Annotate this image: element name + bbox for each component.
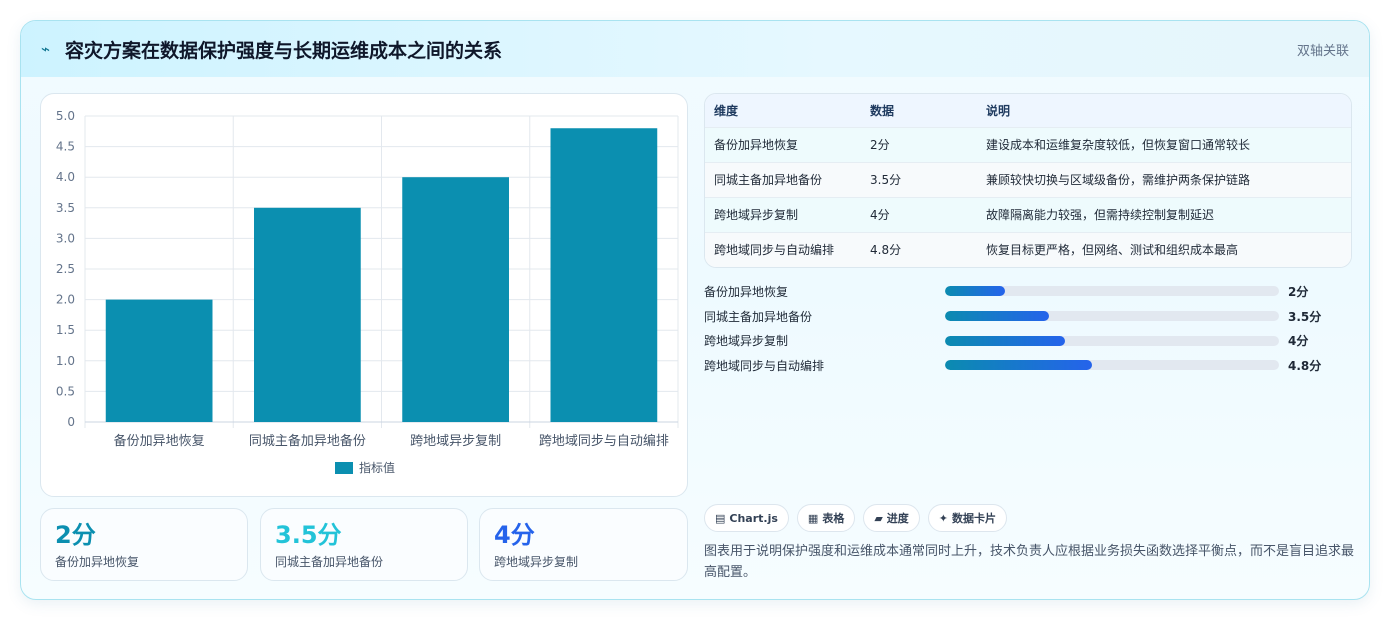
table-cell: 兼顾较快切换与区域级备份，需维护两条保护链路 xyxy=(977,161,1351,197)
y-tick-label: 2.5 xyxy=(56,262,75,276)
kpi-value: 2分 xyxy=(55,521,96,549)
y-tick-label: 1.5 xyxy=(56,323,75,337)
table-row: 同城主备加异地备份 3.5分 兼顾较快切换与区域级备份，需维护两条保护链路 xyxy=(705,161,1351,197)
table-icon: ▦ xyxy=(807,511,819,525)
progress-label: 同城主备加异地备份 xyxy=(704,309,813,324)
bar xyxy=(402,177,509,422)
y-tick-label: 0.5 xyxy=(56,384,75,398)
x-tick-label: 跨地域同步与自动编排 xyxy=(539,434,669,449)
progress-label: 跨地域同步与自动编排 xyxy=(704,358,825,373)
card-header: ⌁ 容灾方案在数据保护强度与长期运维成本之间的关系 双轴关联 xyxy=(21,21,1369,77)
bar xyxy=(105,299,213,422)
progress-fill xyxy=(945,311,1049,322)
progress-fill xyxy=(945,360,1092,371)
table-cell: 4.8分 xyxy=(861,231,977,267)
page-title: 容灾方案在数据保护强度与长期运维成本之间的关系 xyxy=(65,39,503,62)
main-card: ⌁ 容灾方案在数据保护强度与长期运维成本之间的关系 双轴关联 0 0.5 1.0 1.… xyxy=(20,20,1370,600)
table-cell: 同城主备加异地备份 xyxy=(705,161,861,197)
x-tick-label: 跨地域异步复制 xyxy=(410,434,501,449)
y-tick-label: 3.5 xyxy=(56,201,75,215)
y-tick-label: 5.0 xyxy=(56,109,75,123)
chip-label: 进度 xyxy=(886,512,909,525)
chip-data-card[interactable]: ✦ 数据卡片 xyxy=(927,504,1008,532)
chip-chartjs[interactable]: ▤ Chart.js xyxy=(704,504,789,532)
table-cell: 跨地域同步与自动编排 xyxy=(705,231,861,267)
table-cell: 4分 xyxy=(861,196,977,232)
bar xyxy=(254,207,361,422)
table-header-cell: 说明 xyxy=(977,94,1351,127)
x-tick-label: 备份加异地恢复 xyxy=(114,433,205,449)
table-header-cell: 数据 xyxy=(861,94,977,127)
chip-table[interactable]: ▦ 表格 xyxy=(796,504,856,532)
kpi-card: 4分 跨地域异步复制 xyxy=(479,508,688,581)
chip-label: 表格 xyxy=(822,512,845,525)
data-table: 维度 数据 说明 备份加异地恢复 2分 建设成本和运维复杂度较低，但恢复窗口通常… xyxy=(705,94,1351,267)
progress-value: 4.8分 xyxy=(1288,358,1322,373)
x-tick-label: 同城主备加异地备份 xyxy=(249,433,366,449)
progress-label: 跨地域异步复制 xyxy=(704,334,789,349)
progress-track xyxy=(945,360,1279,371)
kpi-label: 备份加异地恢复 xyxy=(55,555,140,569)
progress-fill xyxy=(945,335,1066,346)
progress-list: 备份加异地恢复 2分 同城主备加异地备份 3.5分 跨地域异步复制 4分 跨地域… xyxy=(704,279,1364,378)
progress-track xyxy=(945,286,1279,297)
chip-label: Chart.js xyxy=(729,511,778,525)
table-cell: 3.5分 xyxy=(861,161,977,197)
header-badge: 双轴关联 xyxy=(1296,43,1349,59)
y-tick-label: 4.0 xyxy=(56,170,75,184)
data-table-panel: 维度 数据 说明 备份加异地恢复 2分 建设成本和运维复杂度较低，但恢复窗口通常… xyxy=(704,93,1352,268)
table-header-row: 维度 数据 说明 xyxy=(705,94,1351,127)
kpi-card: 2分 备份加异地恢复 xyxy=(40,508,248,581)
progress-icon: ▰ xyxy=(874,511,883,525)
legend-label: 指标值 xyxy=(359,460,395,475)
kpi-label: 跨地域异步复制 xyxy=(494,555,579,569)
kpi-card: 3.5分 同城主备加异地备份 xyxy=(260,508,468,581)
table-row: 备份加异地恢复 2分 建设成本和运维复杂度较低，但恢复窗口通常较长 xyxy=(705,126,1351,162)
y-tick-label: 0 xyxy=(67,415,75,429)
chip-progress[interactable]: ▰ 进度 xyxy=(863,504,920,532)
chip-label: 数据卡片 xyxy=(952,512,997,525)
table-header-cell: 维度 xyxy=(705,94,861,127)
kpi-value: 4分 xyxy=(494,521,535,549)
table-cell: 故障隔离能力较强，但需持续控制复制延迟 xyxy=(977,196,1351,232)
progress-row: 备份加异地恢复 2分 xyxy=(704,279,1364,304)
kpi-label: 同城主备加异地备份 xyxy=(275,555,384,569)
table-cell: 跨地域异步复制 xyxy=(705,196,861,232)
progress-row: 跨地域同步与自动编排 4.8分 xyxy=(704,353,1364,378)
title-group: ⌁ 容灾方案在数据保护强度与长期运维成本之间的关系 xyxy=(41,36,502,63)
table-row: 跨地域异步复制 4分 故障隔离能力较强，但需持续控制复制延迟 xyxy=(705,196,1351,232)
progress-value: 4分 xyxy=(1288,334,1309,349)
table-row: 跨地域同步与自动编排 4.8分 恢复目标更严格，但网络、测试和组织成本最高 xyxy=(705,231,1351,267)
sparkle-icon: ✦ xyxy=(938,511,949,525)
progress-value: 3.5分 xyxy=(1288,309,1322,324)
feature-chips: ▤ Chart.js ▦ 表格 ▰ 进度 ✦ 数据卡片 xyxy=(704,504,1008,532)
table-cell: 建设成本和运维复杂度较低，但恢复窗口通常较长 xyxy=(977,126,1351,162)
bar-chart: 0 0.5 1.0 1.5 2.0 2.5 3.0 3.5 4.0 4.5 5.0 备份加异地恢复 同城… xyxy=(56,109,679,475)
progress-row: 跨地域异步复制 4分 xyxy=(704,328,1364,353)
chart-icon: ▤ xyxy=(715,511,726,525)
description-note: 图表用于说明保护强度和运维成本通常同时上升，技术负责人应根据业务损失函数选择平衡… xyxy=(704,544,1355,580)
table-cell: 恢复目标更严格，但网络、测试和组织成本最高 xyxy=(977,231,1351,267)
bar-chart-panel: 0 0.5 1.0 1.5 2.0 2.5 3.0 3.5 4.0 4.5 5.0 备份加异地恢复 同城… xyxy=(40,93,688,497)
y-tick-label: 1.0 xyxy=(56,354,75,368)
signal-icon: ⌁ xyxy=(41,40,51,58)
y-tick-label: 3.0 xyxy=(56,231,75,245)
progress-label: 备份加异地恢复 xyxy=(704,284,789,299)
progress-track xyxy=(945,311,1279,322)
progress-value: 2分 xyxy=(1288,284,1309,299)
table-cell: 2分 xyxy=(861,126,977,162)
table-cell: 备份加异地恢复 xyxy=(705,126,861,162)
legend-swatch xyxy=(335,462,353,474)
progress-row: 同城主备加异地备份 3.5分 xyxy=(704,304,1364,329)
bar xyxy=(550,128,658,423)
kpi-value: 3.5分 xyxy=(275,521,342,549)
progress-fill xyxy=(945,286,1006,297)
y-tick-label: 2.0 xyxy=(56,293,75,307)
progress-track xyxy=(945,335,1279,346)
y-tick-label: 4.5 xyxy=(56,140,75,154)
